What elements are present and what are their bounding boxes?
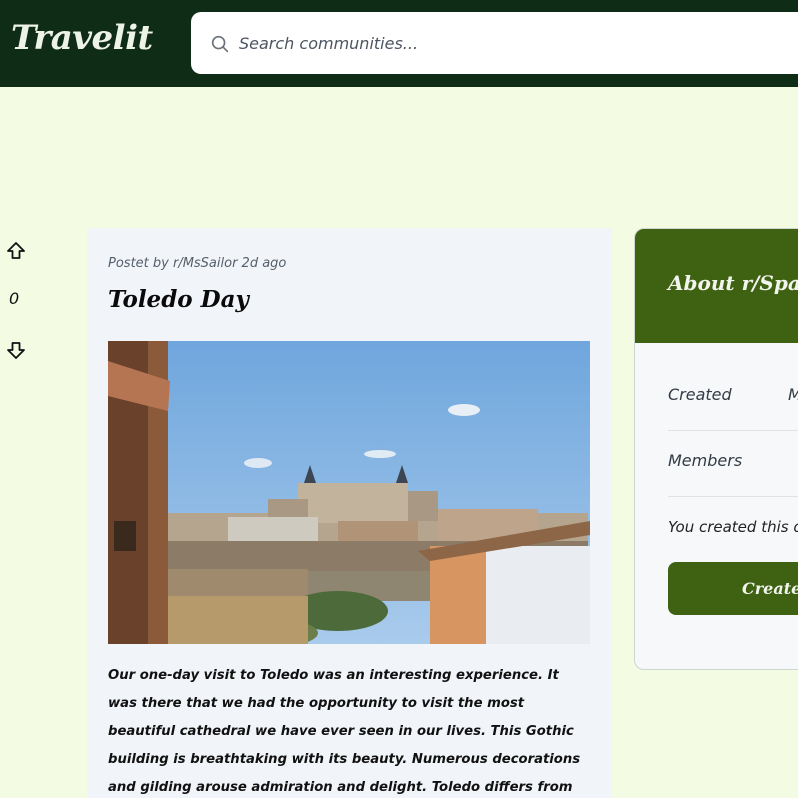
search-bar[interactable] [191, 12, 798, 74]
toledo-cityscape-image [108, 341, 590, 644]
about-header: About r/Spain [635, 229, 798, 343]
post-title[interactable]: Toledo Day [108, 286, 249, 313]
created-note: You created this c [668, 518, 798, 536]
post-meta: Postet by r/MsSailor 2d ago [108, 256, 287, 271]
app-logo[interactable]: Travelit [11, 18, 153, 58]
post-card[interactable]: Postet by r/MsSailor 2d ago Toledo Day O… [87, 228, 612, 798]
arrow-down-icon [7, 342, 25, 359]
created-value: M [788, 385, 798, 404]
divider [668, 430, 798, 431]
created-label: Created [668, 385, 732, 404]
about-title: About r/Spain [668, 271, 798, 295]
members-label: Members [668, 451, 743, 470]
search-icon [211, 35, 229, 53]
downvote-button[interactable] [6, 340, 28, 360]
upvote-button[interactable] [6, 241, 28, 261]
about-community-panel: About r/Spain Created M Members You crea… [634, 228, 798, 670]
arrow-up-icon [7, 242, 25, 259]
create-button[interactable]: Create [668, 562, 798, 615]
vote-count: 0 [9, 289, 20, 308]
divider [668, 496, 798, 497]
post-body-text: Our one-day visit to Toledo was an inter… [108, 668, 581, 795]
search-input[interactable] [239, 30, 739, 56]
top-navigation-bar: Travelit [0, 0, 798, 87]
post-image[interactable] [108, 341, 590, 644]
